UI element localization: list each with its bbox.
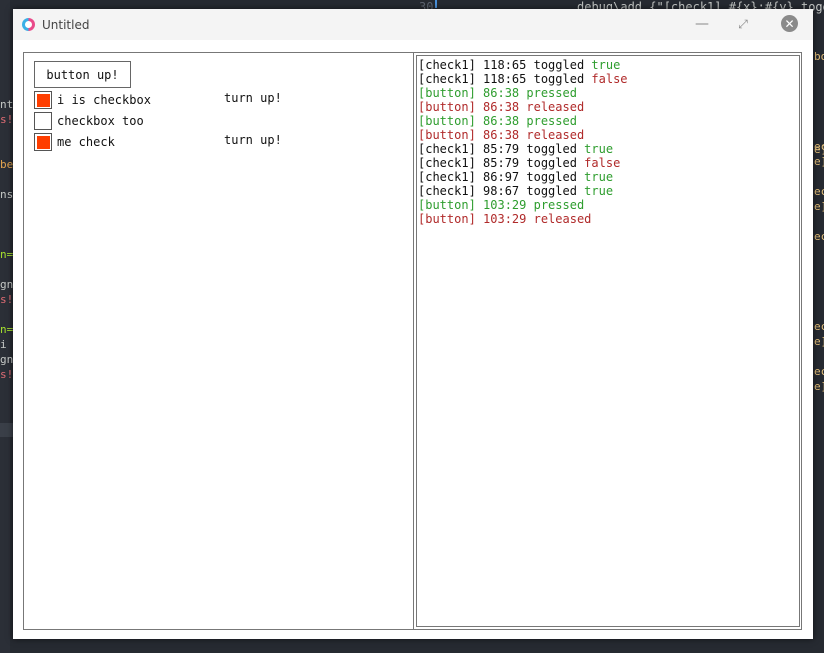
checkbox-row-2[interactable]: checkbox too — [34, 111, 144, 131]
maximize-button[interactable]: ⤢ — [735, 16, 751, 32]
log-line-value: true — [584, 184, 614, 198]
minimize-button[interactable]: — — [694, 16, 710, 32]
log-line: [button] 86:38 released — [418, 100, 799, 114]
log-panel: [check1] 118:65 toggled true [check1] 118… — [413, 53, 802, 629]
editor-current-line — [0, 423, 13, 437]
checkbox-2[interactable] — [34, 112, 52, 130]
log-line: [check1] 98:67 toggled true — [418, 184, 799, 198]
log-line-value: false — [591, 72, 628, 86]
log-line: [button] 86:38 pressed — [418, 114, 799, 128]
log-line-value: true — [584, 170, 614, 184]
log-line-value: [button] 86:38 released — [418, 100, 585, 114]
editor-code-fragment: gn — [0, 353, 14, 366]
editor-code-fragment: ns — [0, 188, 14, 201]
log-line: [check1] 118:65 toggled false — [418, 72, 799, 86]
log-line-value: true — [591, 58, 621, 72]
editor-code-fragment: ec — [814, 140, 824, 153]
editor-code-fragment: e] — [814, 155, 824, 168]
editor-code-fragment: be — [0, 158, 14, 171]
editor-cursor — [435, 0, 437, 8]
close-button[interactable]: ✕ — [781, 15, 798, 32]
editor-code-fragment: s! — [0, 368, 14, 381]
checkbox-1-label: i is checkbox — [57, 93, 151, 107]
button-up-button[interactable]: button up! — [34, 61, 131, 88]
checkbox-1[interactable] — [34, 91, 52, 109]
editor-code-fragment: ec — [814, 185, 824, 198]
turn-up-label-2: turn up! — [224, 133, 282, 147]
checkbox-2-label: checkbox too — [57, 114, 144, 128]
log-line: [button] 103:29 pressed — [418, 198, 799, 212]
editor-code-fragment: i — [0, 338, 7, 351]
editor-code-fragment: n= — [0, 323, 14, 336]
log-line-prefix: [check1] 85:79 toggled — [418, 156, 585, 170]
editor-code-fragment: ec — [814, 230, 824, 243]
log-line: [check1] 85:79 toggled false — [418, 156, 799, 170]
log-line-value: [button] 86:38 pressed — [418, 114, 577, 128]
app-logo-icon — [22, 18, 35, 31]
editor-code-fragment: bo — [814, 50, 824, 63]
editor-code-fragment: nt — [0, 98, 14, 111]
checkbox-row-1[interactable]: i is checkbox — [34, 90, 151, 110]
log-line-prefix: [check1] 118:65 toggled — [418, 58, 592, 72]
content-area: button up! i is checkbox checkbox too me… — [23, 52, 802, 630]
editor-code-fragment: e] — [814, 380, 824, 393]
log-line-value: [button] 86:38 pressed — [418, 86, 577, 100]
log-line: [check1] 86:97 toggled true — [418, 170, 799, 184]
maximize-icon: ⤢ — [738, 16, 748, 31]
editor-code-fragment: s! — [0, 113, 14, 126]
log-line: [button] 86:38 pressed — [418, 86, 799, 100]
log-line-value: false — [584, 156, 621, 170]
checkbox-row-3[interactable]: me check — [34, 132, 115, 152]
close-icon: ✕ — [784, 16, 795, 31]
editor-code-fragment: ec — [814, 320, 824, 333]
editor-code-fragment: ec — [814, 365, 824, 378]
app-window: Untitled — ⤢ ✕ button up! i is checkbox … — [13, 9, 813, 639]
turn-up-label-1: turn up! — [224, 91, 282, 105]
log-line-value: [button] 103:29 released — [418, 212, 592, 226]
editor-code-fragment: e] — [814, 335, 824, 348]
editor-code-fragment: gn — [0, 278, 14, 291]
log-line-value: true — [584, 142, 614, 156]
editor-code-fragment: n= — [0, 248, 14, 261]
checkbox-3[interactable] — [34, 133, 52, 151]
log-line: [button] 103:29 released — [418, 212, 799, 226]
controls-panel: button up! i is checkbox checkbox too me… — [24, 53, 413, 629]
minimize-icon: — — [695, 16, 709, 32]
editor-code-fragment: e] — [814, 200, 824, 213]
log-line: [check1] 85:79 toggled true — [418, 142, 799, 156]
log-line-prefix: [check1] 85:79 toggled — [418, 142, 585, 156]
log-line-prefix: [check1] 86:97 toggled — [418, 170, 585, 184]
window-title: Untitled — [42, 17, 90, 32]
log-line-value: [button] 103:29 pressed — [418, 198, 585, 212]
log-line-prefix: [check1] 118:65 toggled — [418, 72, 592, 86]
log-line: [check1] 118:65 toggled true — [418, 58, 799, 72]
editor-code-fragment: s! — [0, 293, 14, 306]
log-line-prefix: [check1] 98:67 toggled — [418, 184, 585, 198]
title-bar[interactable]: Untitled — ⤢ ✕ — [13, 9, 813, 40]
log-line: [button] 86:38 released — [418, 128, 799, 142]
log-line-value: [button] 86:38 released — [418, 128, 585, 142]
log-output[interactable]: [check1] 118:65 toggled true [check1] 118… — [416, 55, 800, 627]
checkbox-3-label: me check — [57, 135, 115, 149]
